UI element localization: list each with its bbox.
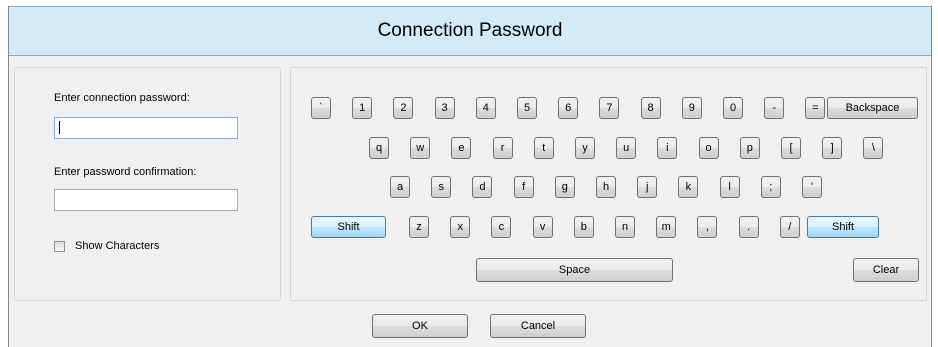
- key-8[interactable]: l: [719, 176, 740, 198]
- on-screen-keyboard: ` 1 2 3 4 5 6 7 8 9 0- = Backspace q w e r t y u i o p [] \ as…: [290, 67, 927, 301]
- key-0[interactable]: q: [369, 137, 389, 159]
- right-shift-key[interactable]: Shift: [807, 216, 879, 238]
- key-0[interactable]: `: [311, 97, 331, 119]
- key-9[interactable]: ;: [760, 176, 781, 198]
- show-characters-label: Show Characters: [75, 240, 160, 252]
- key-5[interactable]: 5: [517, 97, 537, 119]
- key-3[interactable]: r: [492, 137, 513, 159]
- key-1[interactable]: x: [450, 216, 471, 238]
- key-4[interactable]: 4: [475, 97, 496, 119]
- key-8[interactable]: o: [698, 137, 719, 159]
- key-6[interactable]: j: [637, 176, 658, 198]
- key-6[interactable]: u: [616, 137, 637, 159]
- key-1[interactable]: 1: [352, 97, 373, 119]
- password-input[interactable]: [54, 117, 238, 139]
- dialog-title-bar: Connection Password: [9, 6, 931, 56]
- key-12[interactable]: =: [805, 97, 826, 119]
- connection-password-dialog: Connection Password Enter connection pas…: [8, 6, 932, 347]
- key-6[interactable]: m: [656, 216, 677, 238]
- key-9[interactable]: /: [779, 216, 800, 238]
- key-11[interactable]: ]: [822, 137, 843, 159]
- key-0[interactable]: z: [409, 216, 429, 238]
- left-shift-key[interactable]: Shift: [311, 216, 386, 238]
- key-3[interactable]: f: [513, 176, 534, 198]
- backspace-key[interactable]: Backspace: [827, 97, 918, 119]
- key-5[interactable]: h: [596, 176, 616, 198]
- key-3[interactable]: 3: [434, 97, 455, 119]
- key-5[interactable]: n: [615, 216, 635, 238]
- key-12[interactable]: \: [863, 137, 884, 159]
- key-10[interactable]: [: [781, 137, 801, 159]
- key-7[interactable]: 7: [599, 97, 620, 119]
- key-7[interactable]: i: [657, 137, 678, 159]
- key-4[interactable]: t: [533, 137, 554, 159]
- key-0[interactable]: a: [390, 176, 410, 198]
- dialog-title: Connection Password: [377, 20, 563, 41]
- key-10[interactable]: 0: [723, 97, 743, 119]
- ok-button[interactable]: OK: [372, 314, 468, 338]
- key-1[interactable]: w: [410, 137, 431, 159]
- key-9[interactable]: p: [739, 137, 760, 159]
- key-3[interactable]: v: [532, 216, 553, 238]
- key-8[interactable]: 8: [640, 97, 661, 119]
- key-4[interactable]: b: [573, 216, 594, 238]
- key-7[interactable]: k: [678, 176, 699, 198]
- key-7[interactable]: ,: [697, 216, 718, 238]
- clear-key[interactable]: Clear: [853, 258, 919, 282]
- show-characters-checkbox[interactable]: [54, 241, 65, 252]
- key-1[interactable]: s: [431, 176, 452, 198]
- password-label: Enter connection password:: [54, 92, 190, 104]
- key-10[interactable]: ': [802, 176, 822, 198]
- key-5[interactable]: y: [575, 137, 595, 159]
- key-9[interactable]: 9: [681, 97, 702, 119]
- key-8[interactable]: .: [738, 216, 759, 238]
- confirm-password-input[interactable]: [54, 189, 238, 211]
- key-2[interactable]: d: [472, 176, 493, 198]
- key-11[interactable]: -: [764, 97, 785, 119]
- key-6[interactable]: 6: [558, 97, 579, 119]
- password-entry-panel: Enter connection password: Enter passwor…: [14, 67, 281, 301]
- confirm-password-label: Enter password confirmation:: [54, 166, 197, 178]
- key-2[interactable]: 2: [393, 97, 414, 119]
- cancel-button[interactable]: Cancel: [490, 314, 586, 338]
- key-2[interactable]: e: [451, 137, 472, 159]
- key-4[interactable]: g: [554, 176, 575, 198]
- text-caret: [59, 121, 60, 134]
- space-key[interactable]: Space: [476, 258, 673, 282]
- key-2[interactable]: c: [491, 216, 512, 238]
